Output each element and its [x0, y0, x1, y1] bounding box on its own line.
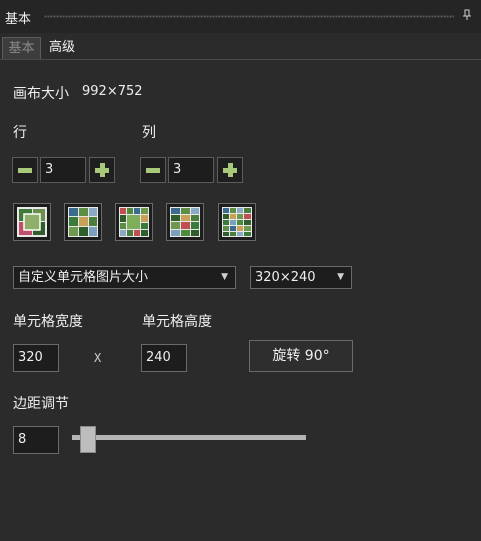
- cell-size-mode-select[interactable]: 自定义单元格图片大小 ▼: [13, 266, 236, 289]
- cell-height-label: 单元格高度: [142, 314, 212, 330]
- margin-input[interactable]: 8: [13, 426, 59, 454]
- margin-label: 边距调节: [13, 396, 69, 412]
- rows-decrement-button[interactable]: [12, 157, 38, 183]
- photo-grid-icon: [170, 207, 200, 237]
- margin-slider-handle[interactable]: [80, 426, 96, 453]
- rotate-90-button[interactable]: 旋转 90°: [249, 340, 353, 372]
- layout-thumb-3[interactable]: [115, 203, 153, 241]
- cell-height-input[interactable]: 240: [141, 344, 187, 372]
- cols-increment-button[interactable]: [217, 157, 243, 183]
- cell-width-input[interactable]: 320: [13, 344, 59, 372]
- photo-grid-icon: [68, 207, 98, 237]
- titlebar-grip[interactable]: [44, 15, 454, 18]
- minus-icon: [18, 168, 32, 173]
- pin-icon[interactable]: [462, 9, 472, 24]
- tab-advanced[interactable]: 高级: [46, 37, 78, 59]
- cols-decrement-button[interactable]: [140, 157, 166, 183]
- cell-size-preset-select[interactable]: 320×240 ▼: [250, 266, 352, 289]
- layout-thumb-5[interactable]: [218, 203, 256, 241]
- rows-input[interactable]: 3: [40, 157, 86, 183]
- photo-grid-icon: [119, 207, 149, 237]
- rows-increment-button[interactable]: [89, 157, 115, 183]
- tab-basic[interactable]: 基本: [2, 37, 41, 60]
- layout-thumb-1[interactable]: [13, 203, 51, 241]
- cell-size-preset-value: 320×240: [255, 270, 316, 285]
- chevron-down-icon: ▼: [221, 272, 228, 282]
- photo-grid-icon: [222, 207, 252, 237]
- canvas-size-label: 画布大小: [13, 86, 69, 102]
- canvas-size-value: 992×752: [82, 84, 143, 99]
- tab-divider: [0, 59, 481, 60]
- layout-thumb-2[interactable]: [64, 203, 102, 241]
- minus-icon: [146, 168, 160, 173]
- cols-label: 列: [142, 125, 156, 141]
- cell-width-label: 单元格宽度: [13, 314, 83, 330]
- panel-title: 基本: [5, 12, 32, 27]
- rows-label: 行: [13, 125, 27, 141]
- photo-grid-icon: [17, 207, 47, 237]
- chevron-down-icon: ▼: [337, 272, 344, 282]
- times-symbol: X: [94, 351, 102, 365]
- cell-size-mode-value: 自定义单元格图片大小: [18, 270, 149, 285]
- layout-thumb-4[interactable]: [166, 203, 204, 241]
- cols-input[interactable]: 3: [168, 157, 214, 183]
- margin-slider-track[interactable]: [72, 435, 306, 440]
